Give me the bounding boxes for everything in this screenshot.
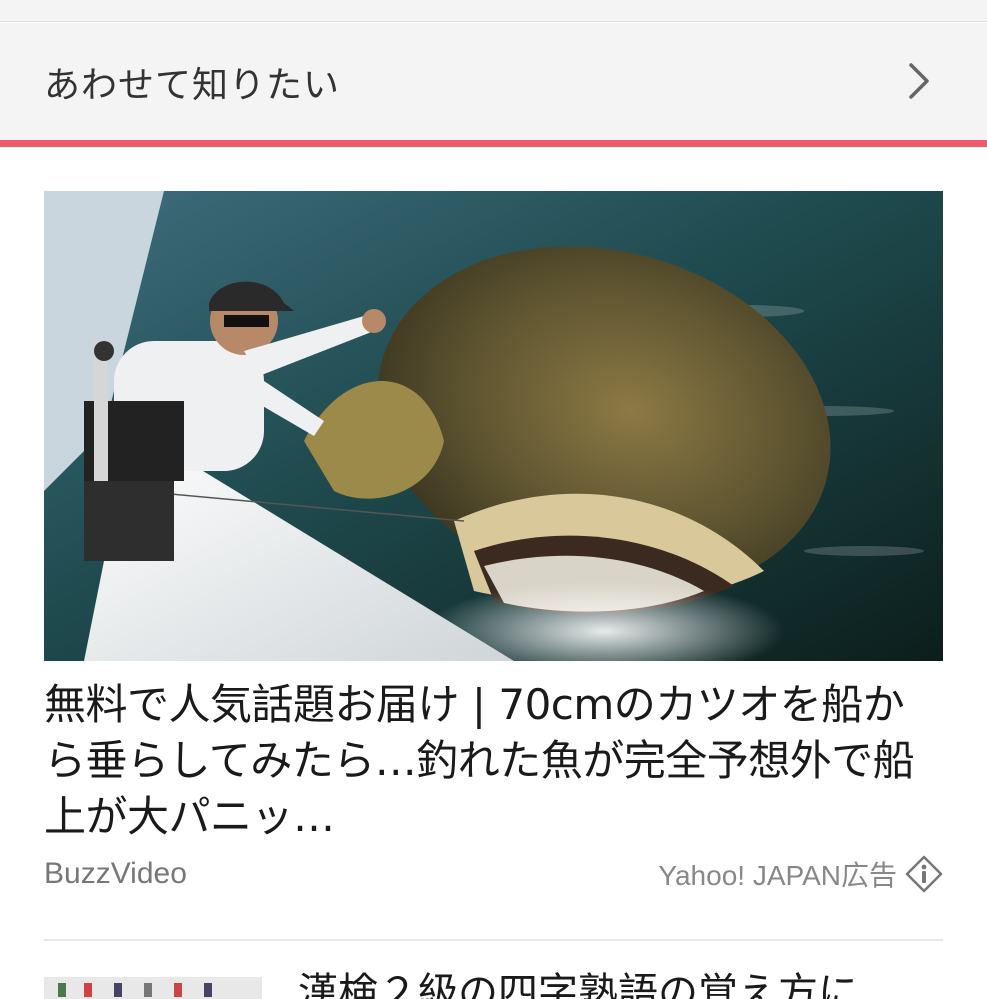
ad-info-icon[interactable] xyxy=(905,855,943,893)
ad-sponsor[interactable]: Yahoo! JAPAN広告 xyxy=(658,854,943,894)
ad-sponsor-label: Yahoo! JAPAN広告 xyxy=(658,860,897,891)
fisherman-and-giant-fish-image xyxy=(44,191,943,661)
ad-image[interactable] xyxy=(44,191,943,661)
ad-footer: BuzzVideo Yahoo! JAPAN広告 xyxy=(44,852,943,896)
related-section-header[interactable]: あわせて知りたい xyxy=(0,23,987,140)
chevron-right-icon[interactable] xyxy=(901,61,935,101)
accent-divider xyxy=(0,140,987,147)
article-thumbnail[interactable] xyxy=(44,977,262,999)
ad-source: BuzzVideo xyxy=(44,857,187,890)
ad-title[interactable]: 無料で人気話題お届け | 70cmのカツオを船から垂らしてみたら…釣れた魚が完全… xyxy=(44,677,943,845)
top-strip xyxy=(0,0,987,22)
section-title: あわせて知りたい xyxy=(44,64,341,106)
article-title[interactable]: 漢検２級の四字熟語の覚え方に xyxy=(298,965,858,999)
ad-card[interactable]: 無料で人気話題お届け | 70cmのカツオを船から垂らしてみたら…釣れた魚が完全… xyxy=(0,147,987,941)
list-item[interactable]: 漢検２級の四字熟語の覚え方に xyxy=(0,941,987,999)
